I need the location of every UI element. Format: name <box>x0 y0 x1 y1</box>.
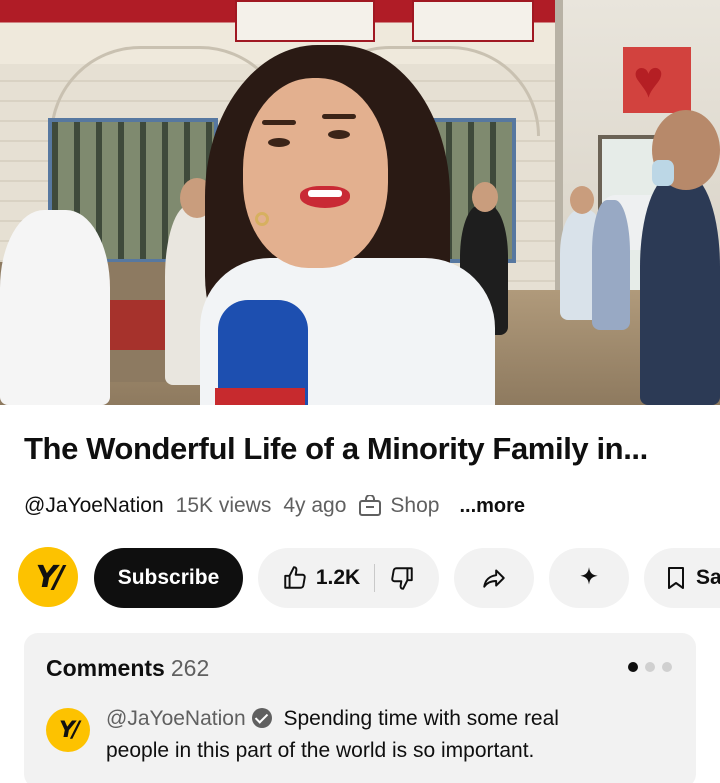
upload-age: 4y ago <box>283 494 347 517</box>
video-bg-heart: ♥ <box>633 51 664 109</box>
comments-count: 262 <box>170 655 210 681</box>
share-icon <box>481 565 507 591</box>
ask-button[interactable] <box>549 548 629 608</box>
verified-check-icon <box>251 708 272 728</box>
video-meta-row[interactable]: @JaYoeNation 15K views 4y ago Shop ...mo… <box>24 492 525 520</box>
channel-avatar-mark: Y/ <box>35 559 65 595</box>
video-subject-eye <box>268 138 290 147</box>
comment-author: @JaYoeNation <box>106 707 246 730</box>
like-button[interactable]: 1.2K <box>282 565 374 591</box>
share-button[interactable] <box>454 548 534 608</box>
video-subject-shirt-print <box>215 388 305 405</box>
pager-dot <box>645 662 655 672</box>
thumbs-up-icon <box>282 565 308 591</box>
view-count: 15K views <box>175 494 272 517</box>
video-person-mask <box>652 160 674 186</box>
like-dislike-pill: 1.2K <box>258 548 439 608</box>
comments-heading: Comments 262 <box>46 655 209 682</box>
video-person-head <box>472 182 498 212</box>
thumbs-down-icon <box>389 565 415 591</box>
like-count: 1.2K <box>315 566 361 589</box>
comments-title: Comments <box>46 655 165 681</box>
channel-handle[interactable]: @JaYoeNation <box>24 494 164 518</box>
video-subject-teeth <box>308 190 342 197</box>
video-subject-brow <box>262 120 296 125</box>
comment-author-avatar: Y/ <box>46 708 90 752</box>
comment-avatar-mark: Y/ <box>59 717 80 743</box>
video-bg-sign <box>235 0 375 42</box>
video-subject-earring <box>255 212 269 226</box>
video-person <box>640 175 720 405</box>
pager-dot <box>662 662 672 672</box>
bookmark-icon <box>664 565 688 591</box>
video-subject-brow <box>322 114 356 119</box>
video-subject-eye <box>328 130 350 139</box>
video-person <box>0 210 110 405</box>
shop-icon[interactable] <box>358 495 382 517</box>
video-subject-face <box>243 78 388 268</box>
video-title[interactable]: The Wonderful Life of a Minority Family … <box>24 431 704 467</box>
shop-link[interactable]: Shop <box>390 494 439 518</box>
video-person <box>592 200 630 330</box>
save-label: Sa <box>696 566 720 589</box>
dislike-button[interactable] <box>375 565 415 591</box>
video-player[interactable]: ♥ <box>0 0 720 405</box>
pager-dot-active <box>628 662 638 672</box>
channel-avatar[interactable]: Y/ <box>18 547 78 607</box>
subscribe-button[interactable]: Subscribe <box>94 548 243 608</box>
comments-pager <box>628 662 672 672</box>
sparkle-icon <box>576 565 602 591</box>
top-comment: @JaYoeNation Spending time with some rea… <box>106 703 626 767</box>
more-link[interactable]: ...more <box>459 495 525 518</box>
save-button[interactable]: Sa <box>644 548 720 608</box>
comments-card[interactable]: Comments 262 @JaYoeNation Spending time w… <box>24 633 696 783</box>
video-bg-sign <box>412 0 534 42</box>
video-person-head <box>570 186 594 214</box>
